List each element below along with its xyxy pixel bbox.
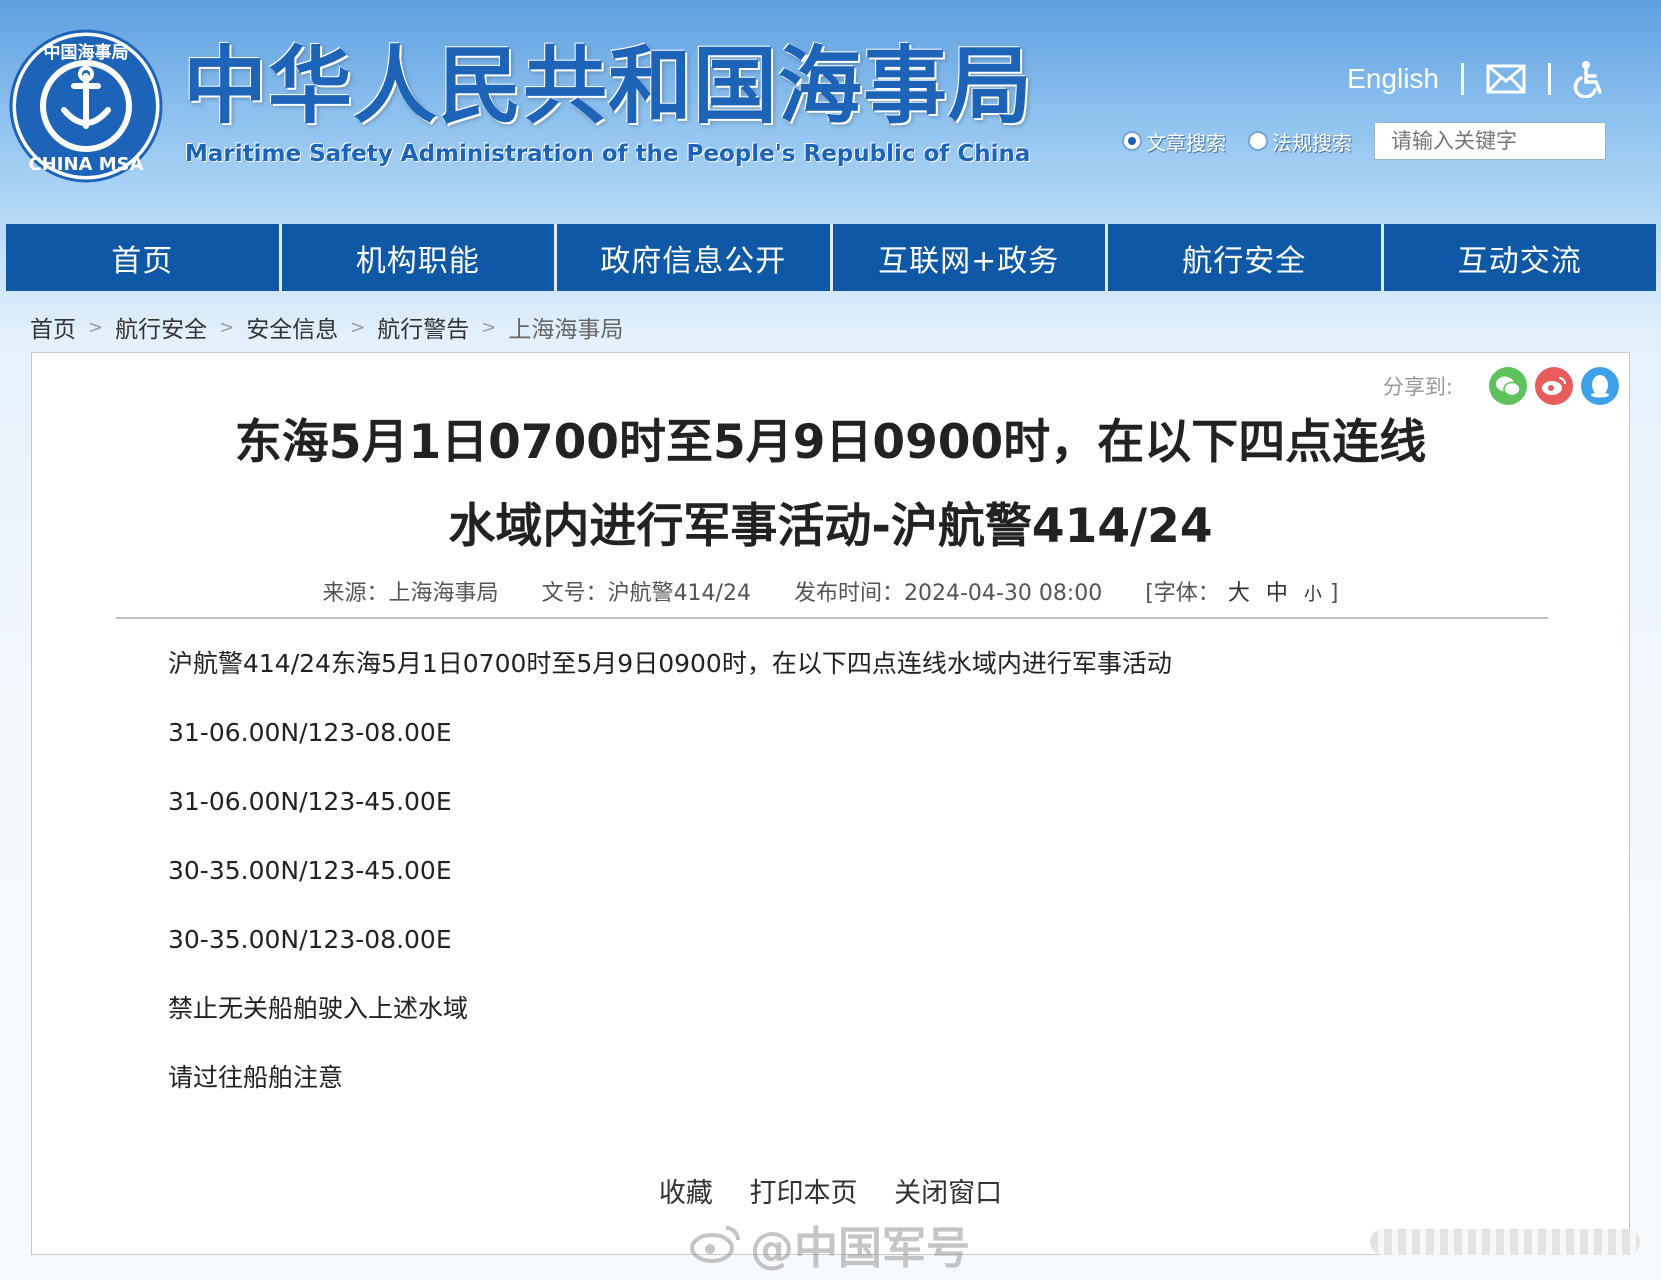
article-source: 来源：上海海事局 <box>322 581 499 606</box>
breadcrumb-nav-warnings[interactable]: 航行警告 <box>377 310 469 344</box>
nav-item-home[interactable]: 首页 <box>6 224 282 291</box>
wechat-share-icon[interactable] <box>1489 367 1527 405</box>
font-size-label: [字体： <box>1145 581 1220 606</box>
breadcrumb-separator-icon: > <box>350 316 366 338</box>
nav-item-gov-info[interactable]: 政府信息公开 <box>557 224 833 291</box>
watermark: @中国军号 <box>690 1212 970 1276</box>
breadcrumb-shanghai-msa[interactable]: 上海海事局 <box>508 310 623 344</box>
mail-icon[interactable] <box>1486 64 1526 94</box>
article-title-line1: 东海5月1日0700时至5月9日0900时，在以下四点连线 <box>234 415 1427 470</box>
radio-unselected[interactable] <box>1248 131 1268 151</box>
article-paragraph: 禁止无关船舶驶入上述水域 <box>168 994 469 1023</box>
font-size-large-button[interactable]: 大 <box>1228 581 1250 606</box>
breadcrumb-home[interactable]: 首页 <box>30 310 76 344</box>
search-option-article-label: 文章搜索 <box>1146 130 1226 155</box>
article-paragraph: 31-06.00N/123-45.00E <box>168 787 452 816</box>
meta-divider <box>116 617 1548 619</box>
favorite-button[interactable]: 收藏 <box>659 1178 713 1209</box>
tools-divider <box>1461 63 1464 95</box>
breadcrumb-separator-icon: > <box>481 316 497 338</box>
scrollbar-thumb[interactable] <box>1370 1229 1640 1255</box>
main-nav: 首页 机构职能 政府信息公开 互联网+政务 航行安全 互动交流 <box>6 224 1656 291</box>
tools-divider <box>1548 63 1551 95</box>
font-size-small-button[interactable]: 小 <box>1304 584 1322 605</box>
breadcrumb-safety-info[interactable]: 安全信息 <box>246 310 338 344</box>
article-meta: 来源：上海海事局 文号：沪航警414/24 发布时间：2024-04-30 08… <box>32 575 1629 607</box>
search-bar: 文章搜索 法规搜索 <box>1122 122 1606 160</box>
share-bar: 分享到: <box>1383 367 1619 405</box>
close-window-button[interactable]: 关闭窗口 <box>894 1178 1002 1209</box>
breadcrumb-separator-icon: > <box>88 316 104 338</box>
article-actions: 收藏 打印本页 关闭窗口 <box>32 1171 1629 1210</box>
logo-text-bottom: CHINA MSA <box>28 154 143 175</box>
search-option-law-label: 法规搜索 <box>1272 130 1352 155</box>
article-body: 沪航警414/24东海5月1日0700时至5月9日0900时，在以下四点连线水域… <box>168 649 1172 1132</box>
nav-item-navigation-safety[interactable]: 航行安全 <box>1108 224 1384 291</box>
breadcrumb: 首页 > 航行安全 > 安全信息 > 航行警告 > 上海海事局 <box>30 310 623 344</box>
article-paragraph: 30-35.00N/123-08.00E <box>168 925 452 954</box>
site-header: 中国海事局 CHINA MSA 中华人民共和国海事局 Maritime Safe… <box>0 0 1661 222</box>
search-input[interactable] <box>1374 122 1606 160</box>
watermark-text: @中国军号 <box>750 1223 970 1274</box>
font-size-close-bracket: ] <box>1329 581 1339 606</box>
site-title-en: Maritime Safety Administration of the Pe… <box>185 141 1031 167</box>
nav-item-internet-gov[interactable]: 互联网+政务 <box>832 224 1108 291</box>
logo-text-top: 中国海事局 <box>44 42 129 63</box>
article-title-line2: 水域内进行军事活动-沪航警414/24 <box>448 499 1213 554</box>
search-option-law[interactable]: 法规搜索 <box>1248 127 1352 156</box>
article-paragraph: 30-35.00N/123-45.00E <box>168 856 452 885</box>
font-size-control: [字体： 大中小] <box>1145 581 1338 606</box>
accessibility-icon[interactable] <box>1573 60 1605 98</box>
horizontal-scrollbar[interactable] <box>1370 1222 1650 1262</box>
weibo-share-icon[interactable] <box>1535 367 1573 405</box>
qq-share-icon[interactable] <box>1581 367 1619 405</box>
article-container: 分享到: 东海5月1日0700时至5月9日0900时，在以下四点连线 水域内进行… <box>31 352 1630 1255</box>
header-tools: English <box>1347 60 1605 98</box>
search-option-article[interactable]: 文章搜索 <box>1122 127 1226 156</box>
share-label: 分享到: <box>1382 375 1453 399</box>
article-paragraph: 31-06.00N/123-08.00E <box>168 718 452 747</box>
article-paragraph: 沪航警414/24东海5月1日0700时至5月9日0900时，在以下四点连线水域… <box>168 649 1172 678</box>
article-paragraph: 请过往船舶注意 <box>168 1063 344 1092</box>
msa-logo[interactable]: 中国海事局 CHINA MSA <box>8 28 164 184</box>
nav-item-functions[interactable]: 机构职能 <box>281 224 557 291</box>
english-link[interactable]: English <box>1347 63 1439 95</box>
breadcrumb-navigation-safety[interactable]: 航行安全 <box>115 310 207 344</box>
print-button[interactable]: 打印本页 <box>750 1178 858 1209</box>
article-publish-time: 发布时间：2024-04-30 08:00 <box>793 581 1103 606</box>
breadcrumb-separator-icon: > <box>219 316 235 338</box>
site-title-cn: 中华人民共和国海事局 <box>183 37 1034 135</box>
font-size-medium-button[interactable]: 中 <box>1266 581 1288 606</box>
article-doc-number: 文号：沪航警414/24 <box>541 581 751 606</box>
radio-selected[interactable] <box>1122 131 1142 151</box>
nav-item-interaction[interactable]: 互动交流 <box>1383 224 1656 291</box>
weibo-watermark-icon <box>690 1226 740 1263</box>
article-title: 东海5月1日0700时至5月9日0900时，在以下四点连线 水域内进行军事活动-… <box>32 401 1629 569</box>
